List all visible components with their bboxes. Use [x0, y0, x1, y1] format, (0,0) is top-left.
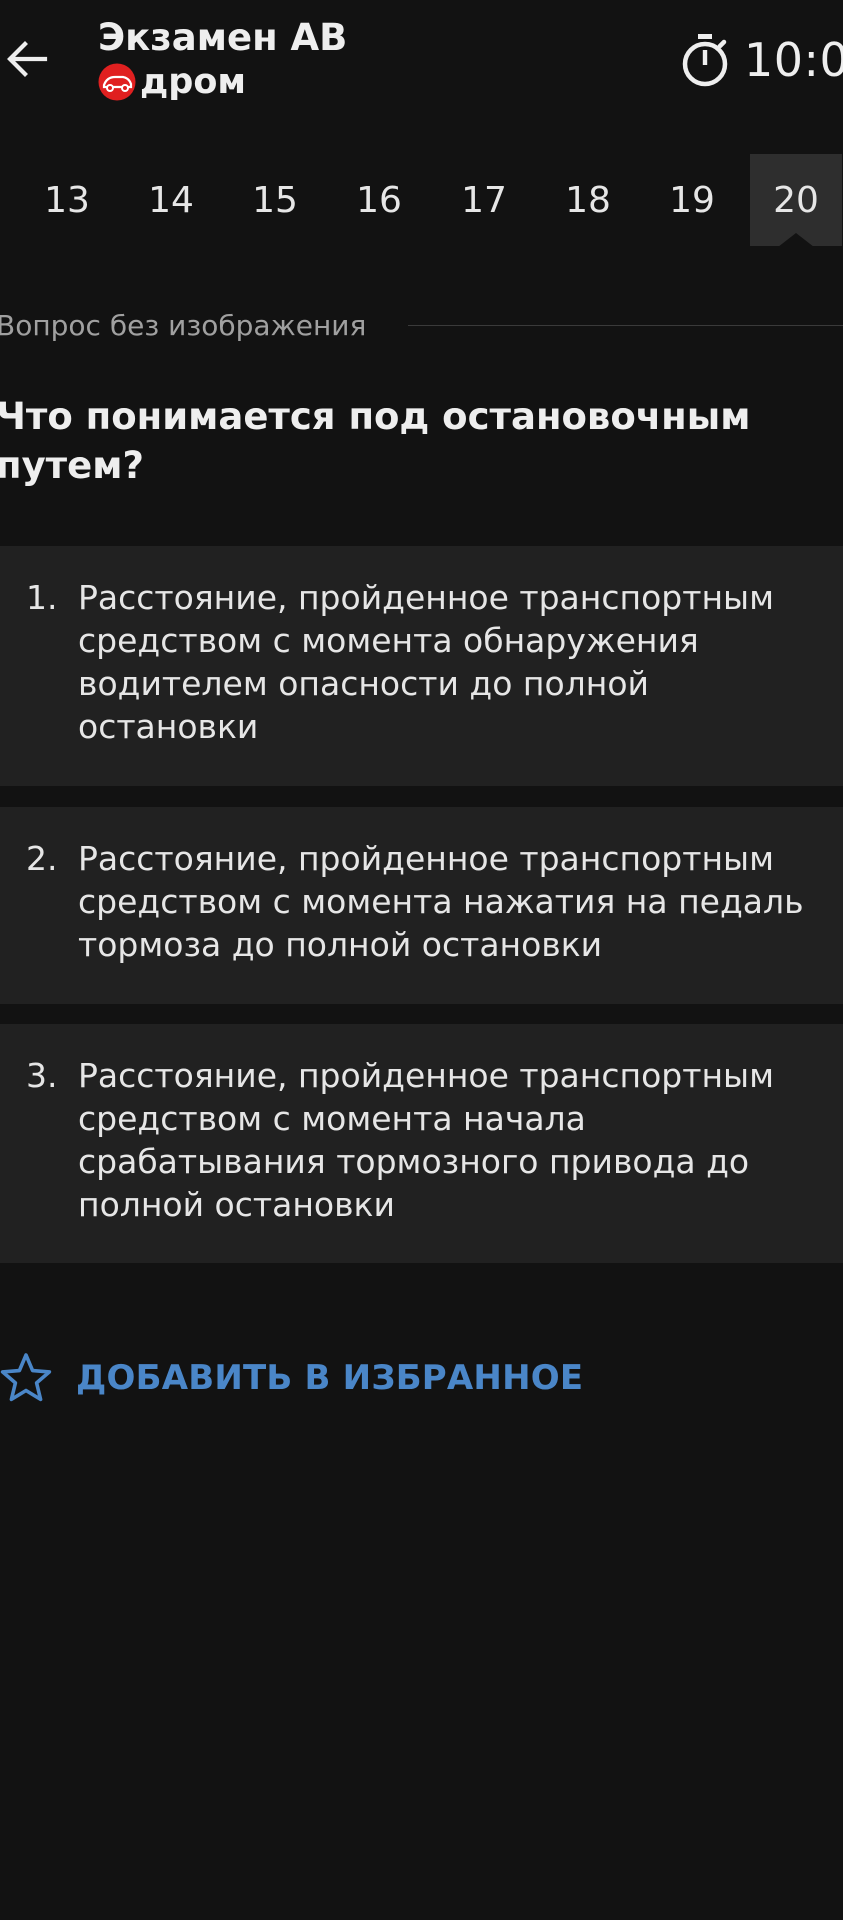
answer-text: Расстояние, пройденное транспортным сред… — [78, 578, 774, 746]
drom-logo-icon — [98, 63, 136, 101]
question-text: Что понимается под остановочным путем? — [0, 395, 751, 487]
exam-screen: Экзамен AB дром 10:0 13 14 15 16 17 18 1… — [0, 0, 843, 1920]
add-to-favorites-button[interactable]: ДОБАВИТЬ В ИЗБРАННОЕ — [0, 1348, 583, 1408]
question-type-row: Вопрос без изображения — [0, 305, 843, 345]
answer-option-2[interactable]: 2. Расстояние, пройденное транспортным с… — [0, 807, 843, 1004]
question-tab-20-active[interactable]: 20 — [750, 154, 842, 247]
answer-option-1[interactable]: 1. Расстояние, пройденное транспортным с… — [0, 546, 843, 786]
star-outline-icon — [0, 1353, 52, 1402]
question-tab-14[interactable]: 14 — [125, 154, 217, 246]
arrow-left-icon — [7, 41, 48, 77]
app-bar: Экзамен AB дром 10:0 — [0, 0, 843, 128]
question-tab-13[interactable]: 13 — [21, 154, 113, 246]
divider — [408, 325, 843, 326]
question-number-strip[interactable]: 13 14 15 16 17 18 19 20 — [0, 154, 843, 252]
question-tab-16[interactable]: 16 — [333, 154, 425, 246]
timer-value: 10:0 — [744, 33, 843, 87]
question-tab-18[interactable]: 18 — [542, 154, 634, 246]
app-title: Экзамен AB — [98, 16, 348, 59]
answer-number: 1. — [26, 578, 58, 617]
brand: дром — [98, 60, 347, 104]
answer-number: 2. — [26, 839, 58, 878]
question-tab-17[interactable]: 17 — [438, 154, 530, 246]
brand-name: дром — [140, 62, 246, 102]
title-block: Экзамен AB дром — [98, 12, 347, 104]
answer-text: Расстояние, пройденное транспортным сред… — [78, 839, 804, 964]
question-tab-19[interactable]: 19 — [646, 154, 738, 246]
answer-text: Расстояние, пройденное транспортным сред… — [78, 1056, 774, 1224]
exam-timer: 10:0 — [680, 30, 843, 90]
add-to-favorites-label: ДОБАВИТЬ В ИЗБРАННОЕ — [76, 1358, 584, 1398]
answer-option-3[interactable]: 3. Расстояние, пройденное транспортным с… — [0, 1024, 843, 1263]
question-type-label: Вопрос без изображения — [0, 308, 367, 342]
answer-number: 3. — [26, 1056, 58, 1095]
question-tab-15[interactable]: 15 — [229, 154, 321, 246]
stopwatch-icon — [682, 34, 728, 87]
back-button[interactable] — [0, 26, 54, 92]
